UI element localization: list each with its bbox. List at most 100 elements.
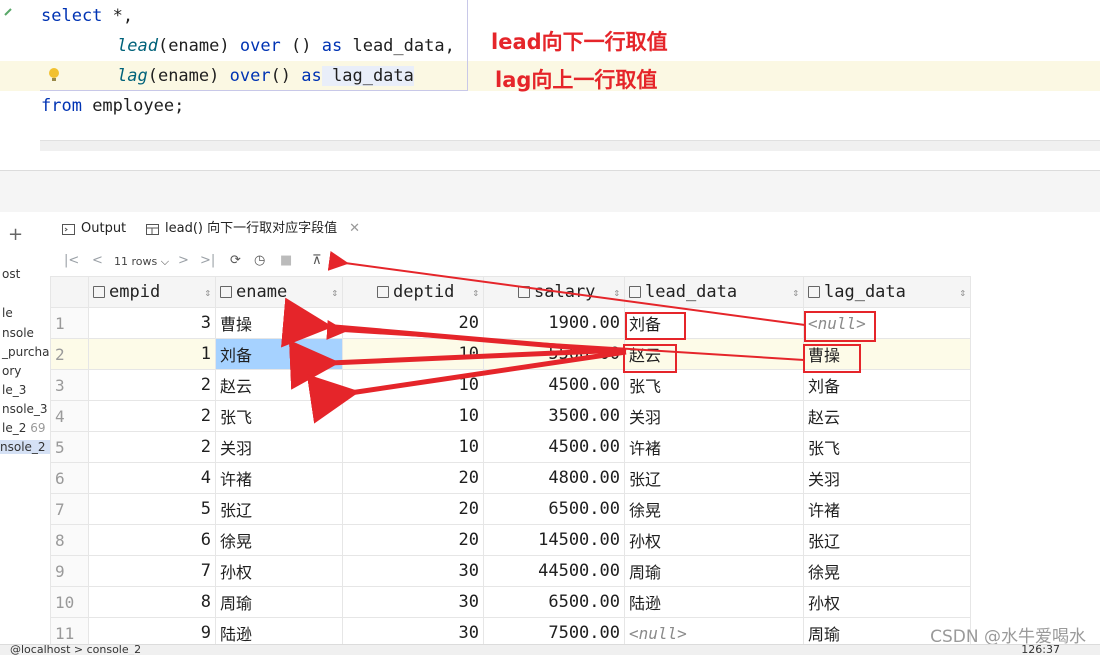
table-row[interactable]: 7 5 张辽 20 6500.00 徐晃 许褚 [50, 493, 971, 525]
cell-lag-data[interactable]: 刘备 [803, 369, 971, 401]
table-row[interactable]: 11 9 陆逊 30 7500.00 <null> 周瑜 [50, 617, 971, 646]
sort-icon[interactable]: ⇕ [959, 286, 966, 299]
cell-ename[interactable]: 赵云 [215, 369, 343, 401]
clock-icon[interactable]: ◷ [254, 253, 265, 268]
row-number-cell[interactable]: 2 [50, 338, 89, 370]
cell-lead-data[interactable]: 关羽 [624, 400, 804, 432]
service-item[interactable]: _purchas [2, 345, 56, 359]
rows-count[interactable]: 11 rows ⌵ [114, 255, 169, 269]
cell-deptid[interactable]: 10 [342, 338, 484, 370]
cell-deptid[interactable]: 20 [342, 524, 484, 556]
cell-empid[interactable]: 8 [88, 586, 216, 618]
cell-empid[interactable]: 5 [88, 493, 216, 525]
sort-icon[interactable]: ⇕ [472, 286, 479, 299]
service-item-selected[interactable]: nsole_2 [0, 440, 50, 454]
cell-deptid[interactable]: 30 [342, 617, 484, 646]
cell-ename[interactable]: 曹操 [215, 307, 343, 339]
cell-salary[interactable]: 4800.00 [483, 462, 625, 494]
row-number-cell[interactable]: 11 [50, 617, 89, 646]
cell-lead-data[interactable]: 许褚 [624, 431, 804, 463]
table-row[interactable]: 1 3 曹操 20 1900.00 刘备 <null> [50, 307, 971, 339]
column-header-deptid[interactable]: deptid ⇕ [342, 276, 484, 308]
table-row[interactable]: 3 2 赵云 10 4500.00 张飞 刘备 [50, 369, 971, 401]
cell-ename[interactable]: 张辽 [215, 493, 343, 525]
cell-lead-data[interactable]: 孙权 [624, 524, 804, 556]
sort-icon[interactable]: ⇕ [613, 286, 620, 299]
cell-salary[interactable]: 6500.00 [483, 586, 625, 618]
table-row[interactable]: 8 6 徐晃 20 14500.00 孙权 张辽 [50, 524, 971, 556]
table-row[interactable]: 4 2 张飞 10 3500.00 关羽 赵云 [50, 400, 971, 432]
cell-lag-data[interactable]: 张辽 [803, 524, 971, 556]
cell-lag-data[interactable]: 孙权 [803, 586, 971, 618]
row-number-cell[interactable]: 7 [50, 493, 89, 525]
cell-deptid[interactable]: 20 [342, 307, 484, 339]
close-icon[interactable]: ✕ [349, 212, 360, 246]
cell-ename[interactable]: 刘备 [215, 338, 343, 370]
table-row[interactable]: 5 2 关羽 10 4500.00 许褚 张飞 [50, 431, 971, 463]
cell-salary[interactable]: 1900.00 [483, 307, 625, 339]
status-breadcrumb[interactable]: @localhost > console_2 [10, 645, 141, 655]
cell-empid[interactable]: 9 [88, 617, 216, 646]
column-header-empid[interactable]: empid ⇕ [88, 276, 216, 308]
editor-scrollbar[interactable] [40, 140, 1100, 151]
cell-salary[interactable]: 6500.00 [483, 493, 625, 525]
row-number-cell[interactable]: 6 [50, 462, 89, 494]
cell-empid[interactable]: 3 [88, 307, 216, 339]
stop-icon[interactable]: ■ [280, 253, 292, 268]
cell-ename[interactable]: 张飞 [215, 400, 343, 432]
cell-deptid[interactable]: 10 [342, 369, 484, 401]
row-number-cell[interactable]: 10 [50, 586, 89, 618]
cell-deptid[interactable]: 30 [342, 586, 484, 618]
cell-salary[interactable]: 14500.00 [483, 524, 625, 556]
cell-empid[interactable]: 2 [88, 400, 216, 432]
sql-editor[interactable]: select *, lead(ename) over () as lead_da… [0, 0, 1100, 151]
column-header-ename[interactable]: ename ⇕ [215, 276, 343, 308]
cell-ename[interactable]: 周瑜 [215, 586, 343, 618]
cursor-position[interactable]: 126:37 [1021, 645, 1060, 655]
add-icon[interactable]: + [8, 224, 23, 245]
cell-ename[interactable]: 孙权 [215, 555, 343, 587]
cell-deptid[interactable]: 20 [342, 462, 484, 494]
cell-salary[interactable]: 4500.00 [483, 369, 625, 401]
cell-ename[interactable]: 关羽 [215, 431, 343, 463]
cell-salary[interactable]: 44500.00 [483, 555, 625, 587]
cell-ename[interactable]: 陆逊 [215, 617, 343, 646]
service-item[interactable]: le [2, 306, 13, 320]
cell-salary[interactable]: 4500.00 [483, 431, 625, 463]
cell-empid[interactable]: 7 [88, 555, 216, 587]
next-page-icon[interactable]: > [178, 253, 189, 268]
service-item[interactable]: nsole [2, 326, 34, 340]
cell-deptid[interactable]: 10 [342, 431, 484, 463]
cell-salary[interactable]: 3500.00 [483, 400, 625, 432]
cell-deptid[interactable]: 30 [342, 555, 484, 587]
prev-page-icon[interactable]: < [92, 253, 103, 268]
cell-lead-data[interactable]: <null> [624, 617, 804, 646]
row-number-cell[interactable]: 3 [50, 369, 89, 401]
cell-deptid[interactable]: 10 [342, 400, 484, 432]
cell-ename[interactable]: 许褚 [215, 462, 343, 494]
pin-icon[interactable]: ⊼ [312, 253, 322, 268]
cell-lead-data[interactable]: 赵云 [624, 338, 804, 370]
cell-empid[interactable]: 1 [88, 338, 216, 370]
cell-empid[interactable]: 2 [88, 431, 216, 463]
column-header-salary[interactable]: salary ⇕ [483, 276, 625, 308]
table-row[interactable]: 2 1 刘备 10 5500.00 赵云 曹操 [50, 338, 971, 370]
cell-lag-data[interactable]: 关羽 [803, 462, 971, 494]
table-row[interactable]: 10 8 周瑜 30 6500.00 陆逊 孙权 [50, 586, 971, 618]
cell-lead-data[interactable]: 张飞 [624, 369, 804, 401]
cell-lag-data[interactable]: 曹操 [803, 338, 971, 370]
tab-result[interactable]: lead() 向下一行取对应字段值 ✕ [146, 212, 361, 248]
cell-lead-data[interactable]: 张辽 [624, 462, 804, 494]
row-number-cell[interactable]: 8 [50, 524, 89, 556]
cell-lag-data[interactable]: 徐晃 [803, 555, 971, 587]
sort-icon[interactable]: ⇕ [331, 286, 338, 299]
column-header-lag-data[interactable]: lag_data ⇕ [803, 276, 971, 308]
cell-lead-data[interactable]: 周瑜 [624, 555, 804, 587]
last-page-icon[interactable]: >| [200, 253, 215, 268]
column-header-lead-data[interactable]: lead_data ⇕ [624, 276, 804, 308]
first-page-icon[interactable]: |< [64, 253, 79, 268]
cell-empid[interactable]: 2 [88, 369, 216, 401]
row-number-cell[interactable]: 1 [50, 307, 89, 339]
sort-icon[interactable]: ⇕ [204, 286, 211, 299]
cell-lag-data[interactable]: 张飞 [803, 431, 971, 463]
